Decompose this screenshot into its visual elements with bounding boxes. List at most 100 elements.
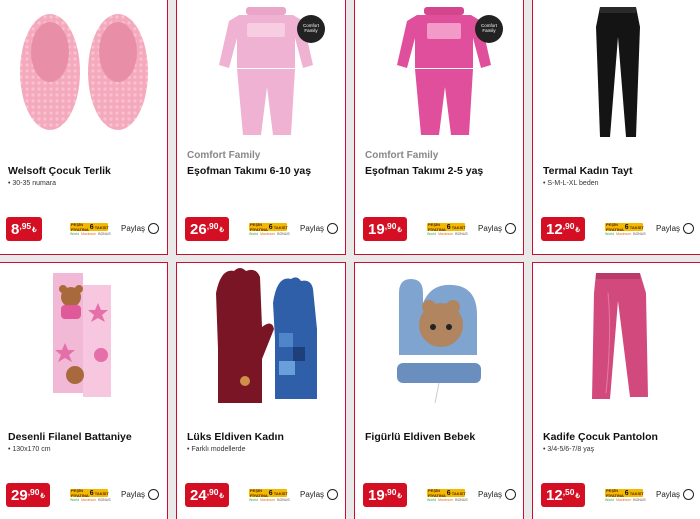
price-integer: 12 xyxy=(546,220,563,238)
card-maximum: Maximum xyxy=(260,498,276,502)
installment-badge: PEŞİN FİYATINA 6 TAKSİT World Maximum BONUS xyxy=(249,488,290,503)
price-decimal: ,90 xyxy=(384,221,397,231)
product-image[interactable] xyxy=(0,0,167,137)
currency-symbol: ₺ xyxy=(397,227,402,234)
product-detail: • Farklı modellerde xyxy=(187,446,246,453)
installment-word: TAKSİT xyxy=(629,490,644,496)
share-button[interactable]: Paylaş xyxy=(478,489,517,500)
product-image[interactable] xyxy=(533,0,700,137)
installment-word: TAKSİT xyxy=(94,490,109,496)
product-card[interactable]: Comfort Family Comfort Family Eşofman Tak… xyxy=(354,0,524,255)
card-bonus: BONUS xyxy=(455,498,468,502)
product-detail: • 130x170 cm xyxy=(8,446,51,453)
share-button[interactable]: Paylaş xyxy=(300,223,339,234)
currency-symbol: ₺ xyxy=(219,493,224,500)
installment-word: TAKSİT xyxy=(451,224,466,230)
share-radio-icon[interactable] xyxy=(683,489,695,500)
share-label: Paylaş xyxy=(300,224,325,233)
share-button[interactable]: Paylaş xyxy=(478,223,517,234)
currency-symbol: ₺ xyxy=(575,227,580,234)
price-tag: 26,90 ₺ xyxy=(185,217,229,241)
product-title[interactable]: Welsoft Çocuk Terlik xyxy=(8,165,111,177)
price-tag: 19,90 ₺ xyxy=(363,217,407,241)
product-title[interactable]: Termal Kadın Tayt xyxy=(543,165,632,177)
product-image[interactable] xyxy=(0,263,167,403)
share-button[interactable]: Paylaş xyxy=(656,489,695,500)
card-bonus: BONUS xyxy=(98,232,111,236)
currency-symbol: ₺ xyxy=(219,227,224,234)
product-title[interactable]: Lüks Eldiven Kadın xyxy=(187,431,284,443)
installment-count: 6 xyxy=(624,223,629,231)
installment-badge: PEŞİN FİYATINA 6 TAKSİT World Maximum BONUS xyxy=(70,222,111,237)
share-button[interactable]: Paylaş xyxy=(121,489,160,500)
installment-badge: PEŞİN FİYATINA 6 TAKSİT World Maximum BONUS xyxy=(427,222,468,237)
share-radio-icon[interactable] xyxy=(148,489,160,500)
product-title[interactable]: Figürlü Eldiven Bebek xyxy=(365,431,475,443)
share-radio-icon[interactable] xyxy=(327,223,339,234)
share-label: Paylaş xyxy=(121,224,146,233)
comfort-family-badge: Comfort Family xyxy=(475,15,503,43)
share-button[interactable]: Paylaş xyxy=(656,223,695,234)
product-detail: • S-M-L-XL beden xyxy=(543,180,599,187)
installment-label: PEŞİN FİYATINA xyxy=(71,488,89,498)
product-image[interactable]: Comfort Family xyxy=(355,0,523,137)
price-decimal: ,90 xyxy=(562,221,575,231)
card-maximum: Maximum xyxy=(438,232,454,236)
card-world: World xyxy=(249,232,259,236)
product-card[interactable]: Desenli Filanel Battaniye • 130x170 cm 2… xyxy=(0,262,168,519)
product-grid: Welsoft Çocuk Terlik • 30-35 numara 8,95… xyxy=(0,0,700,519)
installment-label: PEŞİN FİYATINA xyxy=(250,222,268,232)
product-card[interactable]: Figürlü Eldiven Bebek 19,90 ₺ PEŞİN FİYAT… xyxy=(354,262,524,519)
installment-label: PEŞİN FİYATINA xyxy=(71,222,89,232)
product-image[interactable] xyxy=(177,263,345,403)
installment-word: TAKSİT xyxy=(273,490,288,496)
product-title[interactable]: Eşofman Takımı 2-5 yaş xyxy=(365,165,483,177)
product-image[interactable]: Comfort Family xyxy=(177,0,345,137)
card-maximum: Maximum xyxy=(81,498,97,502)
comfort-family-badge: Comfort Family xyxy=(297,15,325,43)
share-label: Paylaş xyxy=(656,490,681,499)
installment-word: TAKSİT xyxy=(273,224,288,230)
card-world: World xyxy=(427,232,437,236)
product-title[interactable]: Kadife Çocuk Pantolon xyxy=(543,431,658,443)
share-button[interactable]: Paylaş xyxy=(300,489,339,500)
product-brand: Comfort Family xyxy=(187,150,261,161)
card-bonus: BONUS xyxy=(277,232,290,236)
installment-word: TAKSİT xyxy=(94,224,109,230)
share-radio-icon[interactable] xyxy=(327,489,339,500)
card-bonus: BONUS xyxy=(277,498,290,502)
price-integer: 26 xyxy=(190,220,207,238)
product-card[interactable]: Comfort Family Comfort Family Eşofman Tak… xyxy=(176,0,346,255)
price-decimal: ,90 xyxy=(27,487,40,497)
price-integer: 24 xyxy=(190,486,207,504)
product-card[interactable]: Welsoft Çocuk Terlik • 30-35 numara 8,95… xyxy=(0,0,168,255)
installment-count: 6 xyxy=(268,489,273,497)
share-radio-icon[interactable] xyxy=(505,223,517,234)
installment-count: 6 xyxy=(446,489,451,497)
share-radio-icon[interactable] xyxy=(683,223,695,234)
product-brand: Comfort Family xyxy=(365,150,439,161)
price-decimal: ,50 xyxy=(562,487,575,497)
share-radio-icon[interactable] xyxy=(505,489,517,500)
share-label: Paylaş xyxy=(478,490,503,499)
price-tag: 12,90 ₺ xyxy=(541,217,585,241)
product-card[interactable]: Termal Kadın Tayt • S-M-L-XL beden 12,90… xyxy=(532,0,700,255)
share-radio-icon[interactable] xyxy=(148,223,160,234)
card-bonus: BONUS xyxy=(455,232,468,236)
product-image[interactable] xyxy=(355,263,523,403)
product-card[interactable]: Kadife Çocuk Pantolon • 3/4-5/6-7/8 yaş … xyxy=(532,262,700,519)
installment-label: PEŞİN FİYATINA xyxy=(250,488,268,498)
product-card[interactable]: Lüks Eldiven Kadın • Farklı modellerde 2… xyxy=(176,262,346,519)
share-button[interactable]: Paylaş xyxy=(121,223,160,234)
card-maximum: Maximum xyxy=(438,498,454,502)
share-label: Paylaş xyxy=(478,224,503,233)
product-image[interactable] xyxy=(533,263,700,403)
product-title[interactable]: Eşofman Takımı 6-10 yaş xyxy=(187,165,311,177)
price-tag: 8,95 ₺ xyxy=(6,217,42,241)
currency-symbol: ₺ xyxy=(32,227,37,234)
product-title[interactable]: Desenli Filanel Battaniye xyxy=(8,431,132,443)
card-maximum: Maximum xyxy=(616,232,632,236)
card-world: World xyxy=(70,498,80,502)
card-maximum: Maximum xyxy=(81,232,97,236)
currency-symbol: ₺ xyxy=(40,493,45,500)
